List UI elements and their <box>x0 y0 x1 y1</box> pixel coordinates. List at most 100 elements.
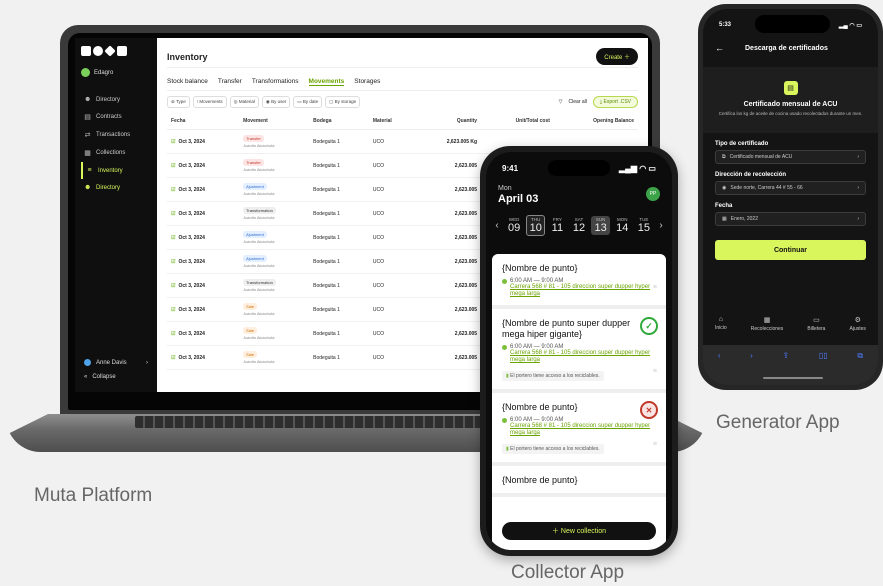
sidebar-item-directory-2[interactable]: ☻ Directory <box>81 179 151 196</box>
cell-material: UCO <box>368 321 416 346</box>
share-icon[interactable]: ⇪ <box>783 351 790 360</box>
week-day-number: 12 <box>572 222 586 234</box>
tab-movements[interactable]: Movements <box>308 78 345 86</box>
filter-by-user[interactable]: ◉ By user <box>261 96 291 108</box>
filter-label: By user <box>271 99 287 104</box>
col-opening-balance[interactable]: Opening Balance <box>553 113 638 130</box>
chevron-right-icon[interactable]: › <box>656 220 666 231</box>
cell-quantity: 2,623.005 <box>415 225 482 250</box>
week-day-thu[interactable]: THU 10 <box>526 215 546 236</box>
date-text: Oct 3, 2024 <box>178 162 205 169</box>
card-title: {Nombre de punto} <box>502 475 578 485</box>
cell-movement: Sale Juanito Alcachofa <box>239 297 310 322</box>
collapse-button[interactable]: « Collapse <box>81 370 151 384</box>
sidebar-item-transactions[interactable]: ⇄ Transactions <box>81 126 151 144</box>
movement-user: Juanito Alcachofa <box>243 358 275 364</box>
week-day-sat[interactable]: SAT 12 <box>570 216 589 235</box>
week-day-number: 10 <box>529 222 542 234</box>
browser-back-icon[interactable]: ‹ <box>718 351 721 360</box>
col-movement[interactable]: Movement <box>239 113 310 130</box>
collection-card[interactable]: {Nombre de punto} 6:00 AM — 9:00 AM Carrer… <box>492 393 666 466</box>
col-fecha[interactable]: Fecha <box>167 113 240 130</box>
card-note-text: El portero tiene acceso a los reciclable… <box>510 446 600 452</box>
drag-handle-icon[interactable]: ≡ <box>653 284 657 291</box>
clear-all-button[interactable]: Clear all <box>569 99 587 105</box>
nav-label: Ajustes <box>849 326 866 332</box>
create-button[interactable]: Create ＋ <box>596 48 638 65</box>
col-material[interactable]: Material <box>368 113 416 130</box>
filter-material[interactable]: ◎ Material <box>229 96 259 108</box>
drag-handle-icon[interactable]: ≡ <box>653 368 657 375</box>
card-address-link[interactable]: Carrera 568 # 81 - 105 direccion super d… <box>510 423 656 437</box>
drag-handle-icon[interactable]: ≡ <box>653 441 657 448</box>
cell-bodega: Bodeguita 1 <box>309 153 369 178</box>
calendar-icon: ▦ <box>84 150 91 157</box>
filter-bar: ⊜ Type ⁝ Movements ◎ Material ◉ By user … <box>167 91 638 113</box>
new-collection-button[interactable]: ＋ New collection <box>502 522 656 540</box>
browser-forward-icon[interactable]: › <box>750 351 753 360</box>
sidebar-item-label: Directory <box>96 184 121 191</box>
brand-logo <box>81 45 151 57</box>
user-name: Anne Davis <box>96 359 127 366</box>
week-day-mon[interactable]: MON 14 <box>613 216 632 235</box>
collection-card[interactable]: {Nombre de punto} <box>492 466 666 497</box>
movement-user: Juanito Alcachofa <box>243 286 275 292</box>
nav-ajustes[interactable]: ⚙ Ajustes <box>850 316 866 332</box>
movement-badge: Sale <box>243 350 258 358</box>
calendar-check-icon: ☑ <box>171 186 176 193</box>
nav-recolecciones[interactable]: ▦ Recolecciones <box>751 316 784 332</box>
date-select[interactable]: ▦ Enero, 2022 › <box>715 212 866 226</box>
col-quantity[interactable]: Quantity <box>415 113 482 130</box>
bookmarks-icon[interactable]: ▯▯ <box>819 351 828 360</box>
current-date: April 03 <box>498 193 539 205</box>
cell-material: UCO <box>368 345 416 370</box>
calendar-check-icon: ☑ <box>171 282 176 289</box>
users-icon: ☻ <box>84 96 92 103</box>
collection-card[interactable]: {Nombre de punto} 6:00 AM — 9:00 AM Carrer… <box>492 254 666 309</box>
collection-card[interactable]: {Nombre de punto super dupper mega hiper… <box>492 309 666 393</box>
nav-billetera[interactable]: ▭ Billetera <box>807 316 825 332</box>
avatar[interactable]: PP <box>646 187 660 201</box>
back-arrow-icon[interactable]: ← <box>715 43 745 53</box>
filter-type[interactable]: ⊜ Type <box>167 96 190 108</box>
sidebar: Edagro ☻ Directory ▤ Contracts ⇄ Transactio… <box>75 38 157 392</box>
card-address-link[interactable]: Carrera 568 # 81 - 105 direccion super d… <box>510 350 656 364</box>
week-day-wed[interactable]: WED 09 <box>505 216 524 235</box>
home-icon: ⌂ <box>718 316 723 323</box>
export-csv-button[interactable]: ⤓ Export .CSV <box>592 96 638 108</box>
tabs-icon[interactable]: ⧉ <box>857 351 863 361</box>
address-select[interactable]: ◉ Sede norte, Carrera 44 # 55 - 66 › <box>715 181 866 195</box>
col-unit-total-cost[interactable]: Unit/Total cost <box>481 113 554 130</box>
tab-stock-balance[interactable]: Stock balance <box>167 78 208 86</box>
org-switcher[interactable]: Edagro <box>81 68 151 77</box>
collector-device: 9:41 ▂▄▆ ◠ ▭ Mon April 03 PP ‹ WED 09 THU 1… <box>480 146 678 556</box>
week-day-tue[interactable]: TUE 15 <box>634 216 653 235</box>
sidebar-item-label: Directory <box>96 96 121 103</box>
sidebar-item-directory[interactable]: ☻ Directory <box>81 91 151 108</box>
sidebar-item-inventory[interactable]: ≡ Inventory <box>81 162 151 179</box>
filter-by-date[interactable]: ▭ By date <box>293 96 323 108</box>
sidebar-item-contracts[interactable]: ▤ Contracts <box>81 108 151 126</box>
tab-transformations[interactable]: Transformations <box>252 78 299 86</box>
user-menu[interactable]: Anne Davis › <box>81 355 151 370</box>
sidebar-item-collections[interactable]: ▦ Collections <box>81 144 151 162</box>
cert-type-select[interactable]: ⧉ Certificado mensual de ACU › <box>715 150 866 164</box>
filter-by-storage[interactable]: ▢ By storage <box>325 96 361 108</box>
generator-device: 5:33 ▂▄ ◠ ▭ ← Descarga de certificados ▤… <box>698 4 883 390</box>
movement-user: Juanito Alcachofa <box>243 190 275 196</box>
continue-button[interactable]: Continuar <box>715 240 866 260</box>
chevron-left-icon[interactable]: ‹ <box>492 220 502 231</box>
tab-storages[interactable]: Storages <box>354 78 380 86</box>
week-day-fry[interactable]: FRY 11 <box>548 216 567 235</box>
week-day-sun[interactable]: SUN 13 <box>591 216 611 235</box>
col-bodega[interactable]: Bodega <box>309 113 369 130</box>
movement-badge: Transfer <box>243 158 264 166</box>
filter-movements[interactable]: ⁝ Movements <box>192 96 227 108</box>
chevron-right-icon: › <box>857 216 859 222</box>
card-address-link[interactable]: Carrera 568 # 81 - 105 direccion super d… <box>510 284 656 298</box>
cell-date: ☑ Oct 3, 2024 <box>167 201 240 226</box>
nav-inicio[interactable]: ⌂ Inicio <box>715 316 727 332</box>
clock-icon <box>502 278 507 284</box>
cell-material: UCO <box>368 297 416 322</box>
tab-transfer[interactable]: Transfer <box>218 78 242 86</box>
